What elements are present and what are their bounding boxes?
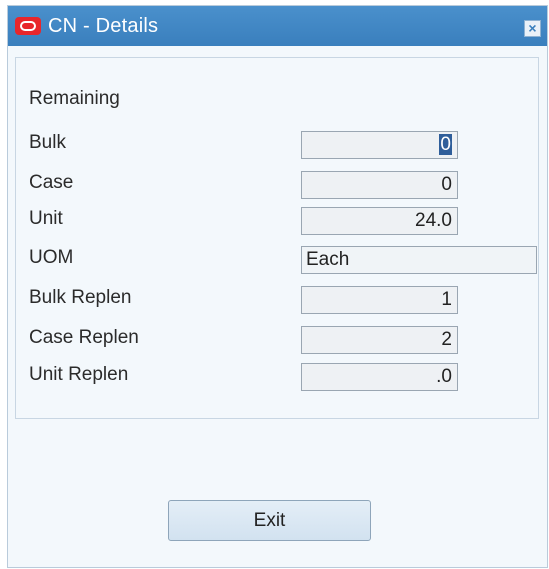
label-case-replen: Case Replen xyxy=(29,327,139,348)
bulk-replen-field[interactable]: 1 xyxy=(301,286,458,314)
exit-button[interactable]: Exit xyxy=(168,500,371,541)
details-dialog: CN - Details × Remaining Bulk 0 Case 0 U… xyxy=(7,5,548,568)
case-replen-field[interactable]: 2 xyxy=(301,326,458,354)
case-field[interactable]: 0 xyxy=(301,171,458,199)
unit-replen-field[interactable]: .0 xyxy=(301,363,458,391)
label-bulk: Bulk xyxy=(29,132,66,153)
section-label-remaining: Remaining xyxy=(29,88,120,109)
bulk-value: 0 xyxy=(439,134,452,155)
uom-field[interactable]: Each xyxy=(301,246,537,274)
oracle-logo-icon xyxy=(15,17,41,35)
label-unit-replen: Unit Replen xyxy=(29,364,129,385)
close-icon[interactable]: × xyxy=(524,20,541,37)
unit-field[interactable]: 24.0 xyxy=(301,207,458,235)
label-uom: UOM xyxy=(29,247,74,268)
label-unit: Unit xyxy=(29,208,63,229)
dialog-title: CN - Details xyxy=(48,15,159,37)
label-case: Case xyxy=(29,172,74,193)
label-bulk-replen: Bulk Replen xyxy=(29,287,132,308)
bulk-field[interactable]: 0 xyxy=(301,131,458,159)
title-bar: CN - Details × xyxy=(8,6,547,46)
